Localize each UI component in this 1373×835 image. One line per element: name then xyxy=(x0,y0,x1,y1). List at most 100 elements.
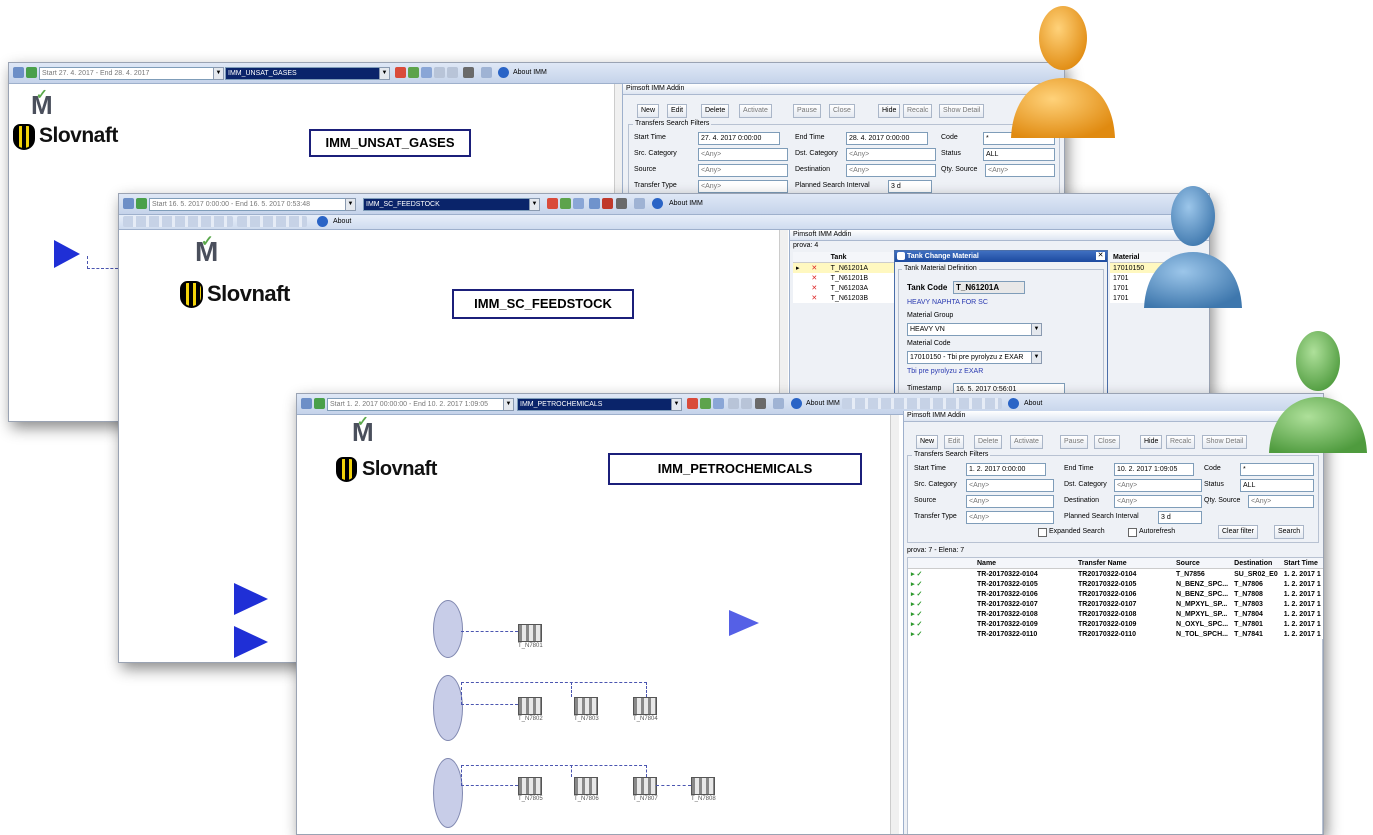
source-select[interactable]: <Any> xyxy=(698,164,788,177)
help-icon[interactable] xyxy=(652,198,663,209)
chart-icon[interactable] xyxy=(713,398,724,409)
plant-selector[interactable]: IMM_SC_FEEDSTOCK xyxy=(363,198,537,211)
search-button[interactable]: Search xyxy=(1274,525,1305,539)
search-icon[interactable] xyxy=(26,67,37,78)
transfer-type-select[interactable]: <Any> xyxy=(698,180,788,193)
tank-icon[interactable] xyxy=(574,697,598,715)
table-row[interactable]: ▸ ✓ TR-20170322-0106 TR20170322-0106 N_BENZ… xyxy=(908,589,1323,599)
nav-icon[interactable] xyxy=(237,216,307,227)
zoom-icon[interactable] xyxy=(123,198,134,209)
wrench-icon[interactable] xyxy=(634,198,645,209)
about-imm-button[interactable]: About IMM xyxy=(806,400,840,407)
col-destination[interactable]: Destination xyxy=(1231,558,1281,569)
tank-icon[interactable] xyxy=(574,777,598,795)
status-select[interactable]: ALL xyxy=(1240,479,1314,492)
refresh-icon[interactable] xyxy=(395,67,406,78)
grid-icon[interactable] xyxy=(447,67,458,78)
code-input[interactable]: * xyxy=(1240,463,1314,476)
time-range-dropdown[interactable]: ▼ xyxy=(503,398,514,411)
qty-source-select[interactable]: <Any> xyxy=(1248,495,1314,508)
clear-filter-button[interactable]: Clear filter xyxy=(1218,525,1258,539)
hide-button[interactable]: Hide xyxy=(878,104,901,118)
col-tank[interactable]: Tank xyxy=(827,252,898,263)
unit-node[interactable] xyxy=(433,675,463,741)
play-arrow-icon[interactable] xyxy=(234,583,268,615)
chart-icon[interactable] xyxy=(421,67,432,78)
expanded-search-checkbox[interactable] xyxy=(1038,528,1047,537)
plant-selector-dropdown[interactable]: ▼ xyxy=(529,198,540,211)
show-detail-button[interactable]: Show Detail xyxy=(1202,435,1248,449)
planned-interval-input[interactable]: 3 d xyxy=(888,180,932,193)
material-code-dropdown[interactable]: ▼ xyxy=(1031,351,1042,364)
recalc-button[interactable]: Recalc xyxy=(1166,435,1196,449)
refresh-icon[interactable] xyxy=(687,398,698,409)
tank-icon[interactable] xyxy=(518,777,542,795)
close-button[interactable]: Close xyxy=(1094,435,1120,449)
table-row[interactable]: ▸ ✕ T_N61201A xyxy=(793,262,898,273)
table-row[interactable]: ▸ ✓ TR-20170322-0107 TR20170322-0107 N_MPXY… xyxy=(908,599,1323,609)
unit-node[interactable] xyxy=(433,758,463,828)
end-time-input[interactable]: 10. 2. 2017 1:09:05 xyxy=(1114,463,1194,476)
plant-selector-dropdown[interactable]: ▼ xyxy=(379,67,390,80)
close-button[interactable]: Close xyxy=(829,104,855,118)
grid-icon[interactable] xyxy=(589,198,600,209)
show-detail-button[interactable]: Show Detail xyxy=(939,104,985,118)
unit-node[interactable] xyxy=(433,600,463,658)
activate-button[interactable]: Activate xyxy=(1010,435,1043,449)
source-select[interactable]: <Any> xyxy=(966,495,1054,508)
tool-icon[interactable] xyxy=(434,67,445,78)
new-button[interactable]: New xyxy=(916,435,939,449)
nav-icon[interactable] xyxy=(842,398,1002,409)
play-arrow-icon[interactable] xyxy=(54,240,80,268)
play-arrow-icon[interactable] xyxy=(234,626,268,658)
stop-icon[interactable] xyxy=(602,198,613,209)
time-range-dropdown[interactable]: ▼ xyxy=(345,198,356,211)
table-row[interactable]: ▸ ✓ TR-20170322-0105 TR20170322-0105 N_BENZ… xyxy=(908,579,1323,589)
settings-icon[interactable] xyxy=(755,398,766,409)
help-icon[interactable] xyxy=(498,67,509,78)
transfer-type-select[interactable]: <Any> xyxy=(966,511,1054,524)
plant-selector[interactable]: IMM_UNSAT_GASES xyxy=(225,67,389,80)
dst-category-select[interactable]: <Any> xyxy=(846,148,936,161)
table-row[interactable]: ▸ ✓ TR-20170322-0109 TR20170322-0109 N_OXYL… xyxy=(908,619,1323,629)
new-button[interactable]: New xyxy=(637,104,660,118)
search-icon[interactable] xyxy=(136,198,147,209)
hide-button[interactable]: Hide xyxy=(1140,435,1163,449)
src-category-select[interactable]: <Any> xyxy=(966,479,1054,492)
about-button[interactable]: About xyxy=(333,218,351,225)
status-select[interactable]: ALL xyxy=(983,148,1055,161)
chart-icon[interactable] xyxy=(573,198,584,209)
plant-selector[interactable]: IMM_PETROCHEMICALS xyxy=(517,398,681,411)
search-icon[interactable] xyxy=(314,398,325,409)
wrench-icon[interactable] xyxy=(773,398,784,409)
table-row[interactable]: ▸ ✓ TR-20170322-0110 TR20170322-0110 N_TOL_… xyxy=(908,629,1323,639)
save-icon[interactable] xyxy=(408,67,419,78)
help-icon[interactable] xyxy=(1008,398,1019,409)
delete-button[interactable]: Delete xyxy=(974,435,1003,449)
pause-button[interactable]: Pause xyxy=(793,104,821,118)
plant-selector-dropdown[interactable]: ▼ xyxy=(671,398,682,411)
destination-select[interactable]: <Any> xyxy=(846,164,936,177)
time-range-field[interactable]: Start 16. 5. 2017 0:00:00 - End 16. 5. 2… xyxy=(149,198,353,211)
delete-button[interactable]: Delete xyxy=(701,104,730,118)
canvas-scrollbar[interactable] xyxy=(890,415,899,834)
recalc-button[interactable]: Recalc xyxy=(903,104,933,118)
save-icon[interactable] xyxy=(700,398,711,409)
edit-button[interactable]: Edit xyxy=(667,104,688,118)
material-group-select[interactable]: HEAVY VN xyxy=(907,323,1037,336)
table-row[interactable]: ✕ T_N61201B xyxy=(793,273,898,283)
material-group-dropdown[interactable]: ▼ xyxy=(1031,323,1042,336)
help-icon[interactable] xyxy=(317,216,328,227)
help-icon[interactable] xyxy=(791,398,802,409)
end-time-input[interactable]: 28. 4. 2017 0:00:00 xyxy=(846,132,928,145)
about-imm-button[interactable]: About IMM xyxy=(669,200,703,207)
tank-icon[interactable] xyxy=(633,777,657,795)
table-row[interactable]: ✕ T_N61203B xyxy=(793,293,898,303)
tank-icon[interactable] xyxy=(633,697,657,715)
autorefresh-checkbox[interactable] xyxy=(1128,528,1137,537)
activate-button[interactable]: Activate xyxy=(739,104,772,118)
material-code-select[interactable]: 17010150 - Tbi pre pyrolyzu z EXAR xyxy=(907,351,1037,364)
tank-icon[interactable] xyxy=(518,697,542,715)
edit-button[interactable]: Edit xyxy=(944,435,965,449)
table-row[interactable]: ▸ ✓ TR-20170322-0104 TR20170322-0104 T_N785… xyxy=(908,569,1323,580)
